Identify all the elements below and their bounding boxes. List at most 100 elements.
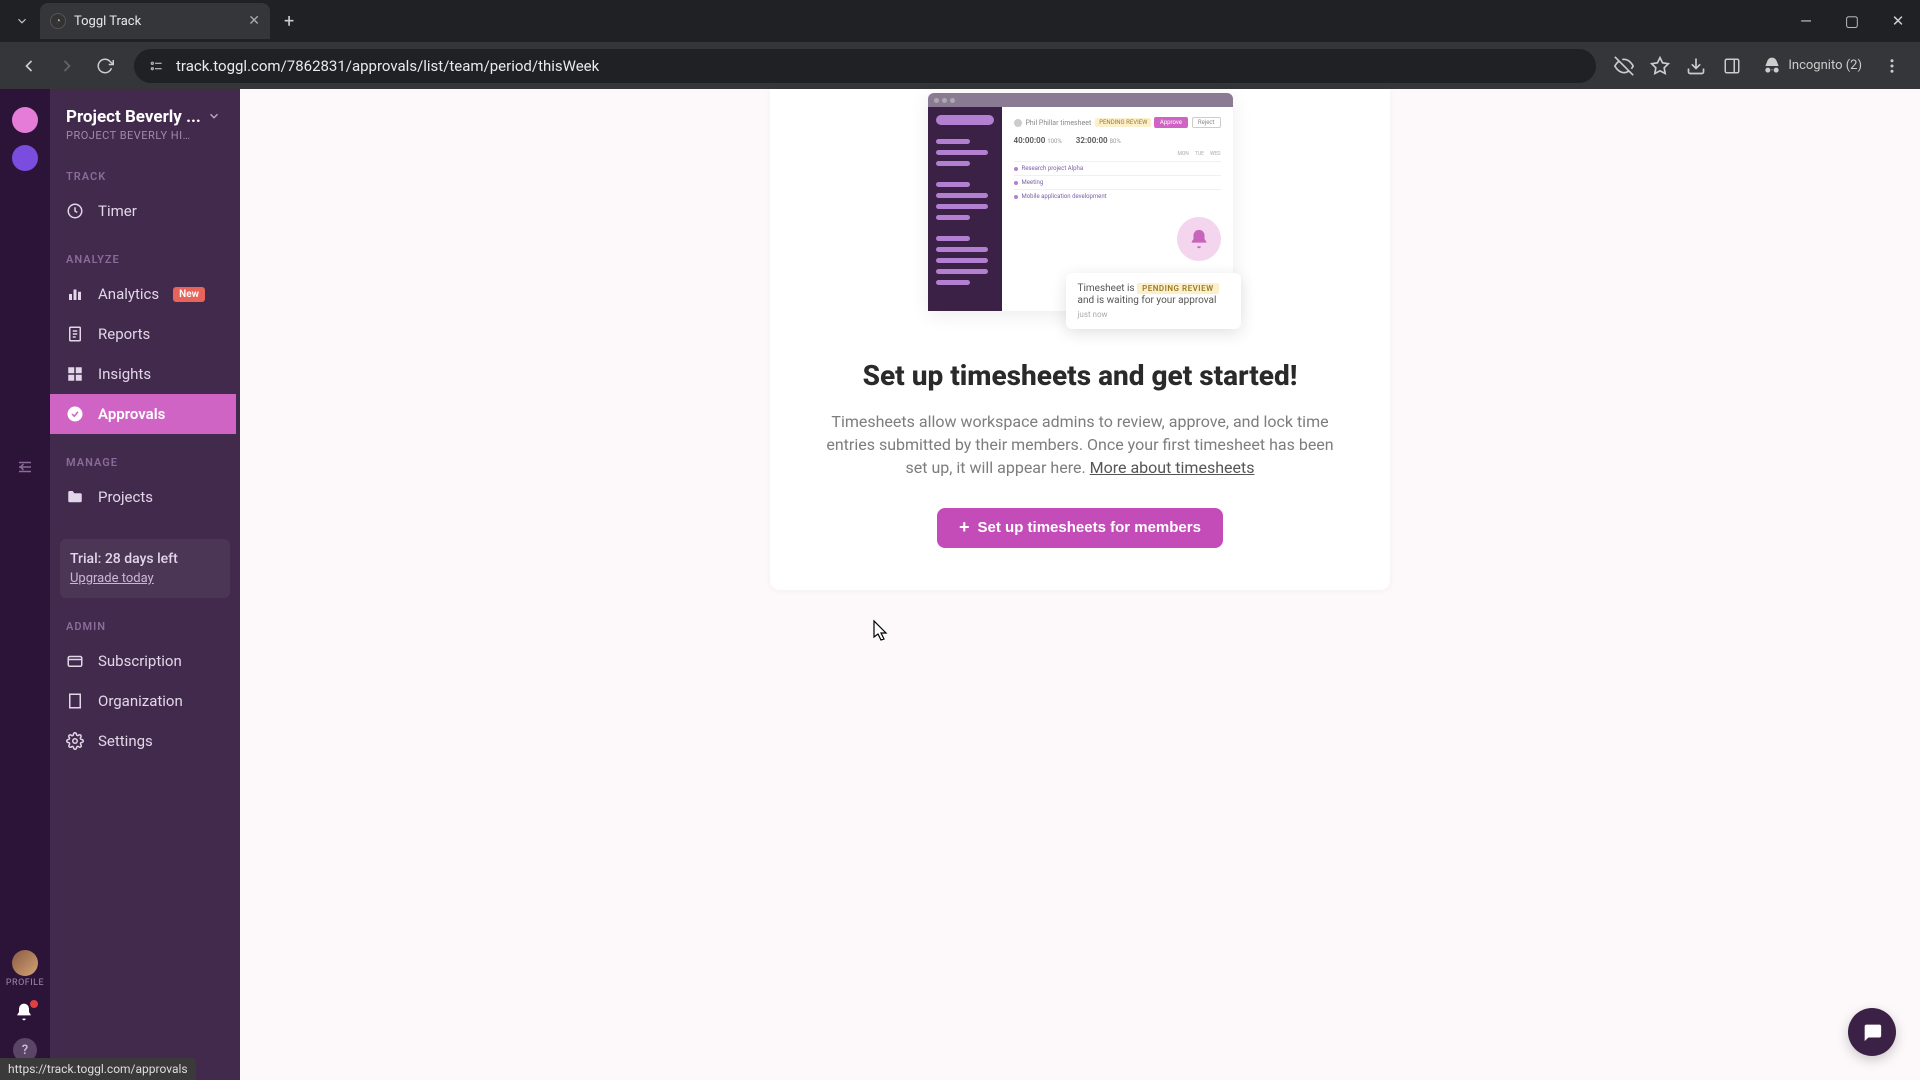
sidebar-nav: Project Beverly ... PROJECT BEVERLY HI… …: [50, 89, 240, 1080]
avatar: [12, 950, 38, 976]
rail-profile-label: PROFILE: [6, 978, 44, 988]
illus-day: WED: [1210, 151, 1221, 157]
illus-stat1-pct: 100%: [1047, 138, 1062, 145]
new-badge: New: [173, 287, 205, 302]
tab-favicon: ◔: [50, 13, 66, 29]
window-maximize[interactable]: ▢: [1838, 7, 1866, 35]
illus-tip-line2: and is waiting for your approval: [1078, 295, 1229, 306]
nav-back-button[interactable]: [12, 49, 46, 83]
gear-icon: [66, 732, 84, 750]
cta-label: Set up timesheets for members: [978, 519, 1201, 536]
illus-row: Research project Alpha: [1022, 165, 1084, 172]
illus-pending-badge: PENDING REVIEW: [1095, 118, 1151, 127]
folder-icon: [66, 488, 84, 506]
sidebar-item-label: Timer: [98, 202, 137, 220]
address-bar-url: track.toggl.com/7862831/approvals/list/t…: [176, 57, 599, 75]
incognito-indicator[interactable]: Incognito (2): [1752, 50, 1872, 82]
nav-reload-button[interactable]: [88, 49, 122, 83]
rail-app-track[interactable]: [12, 107, 38, 133]
app-root: PROFILE ? Project Beverly ... PROJECT BE…: [0, 89, 1920, 1080]
bookmark-star-icon[interactable]: [1644, 50, 1676, 82]
browser-chrome: ◔ Toggl Track ✕ + — ▢ ✕ track.toggl.com/…: [0, 0, 1920, 89]
document-icon: [66, 325, 84, 343]
section-label-admin: ADMIN: [50, 598, 240, 641]
upgrade-link[interactable]: Upgrade today: [70, 571, 154, 586]
sidebar-item-label: Subscription: [98, 652, 182, 670]
rail-profile[interactable]: PROFILE: [6, 950, 44, 988]
more-about-link[interactable]: More about timesheets: [1090, 458, 1255, 477]
sidebar-item-subscription[interactable]: Subscription: [50, 641, 240, 681]
illus-tip-time: just now: [1078, 310, 1229, 319]
sidebar-collapse-button[interactable]: [11, 453, 39, 481]
illus-day: TUE: [1195, 151, 1204, 157]
trial-title: Trial: 28 days left: [70, 551, 220, 567]
building-icon: [66, 692, 84, 710]
sidebar-item-label: Settings: [98, 732, 153, 750]
sidebar-item-label: Reports: [98, 325, 150, 343]
sidebar-item-projects[interactable]: Projects: [50, 477, 240, 517]
tab-title: Toggl Track: [74, 14, 240, 29]
timesheet-illustration: Phil Phillar timesheet PENDING REVIEW Ap…: [928, 93, 1233, 311]
sidebar-item-organization[interactable]: Organization: [50, 681, 240, 721]
workspace-subtitle: PROJECT BEVERLY HI…: [66, 129, 224, 142]
empty-body: Timesheets allow workspace admins to rev…: [820, 410, 1340, 480]
browser-toolbar: track.toggl.com/7862831/approvals/list/t…: [0, 42, 1920, 89]
illus-row: Meeting: [1022, 179, 1044, 186]
sidebar-item-reports[interactable]: Reports: [50, 314, 240, 354]
sidebar-item-timer[interactable]: Timer: [50, 191, 240, 231]
downloads-icon[interactable]: [1680, 50, 1712, 82]
sidebar-item-settings[interactable]: Settings: [50, 721, 240, 761]
side-panel-icon[interactable]: [1716, 50, 1748, 82]
window-controls: — ▢ ✕: [1792, 7, 1912, 35]
tab-close-icon[interactable]: ✕: [248, 13, 260, 29]
illus-stat1: 40:00:00: [1014, 136, 1046, 145]
empty-heading: Set up timesheets and get started!: [810, 359, 1350, 392]
card-icon: [66, 652, 84, 670]
sidebar-item-insights[interactable]: Insights: [50, 354, 240, 394]
chrome-menu-icon[interactable]: [1876, 50, 1908, 82]
sidebar-item-label: Approvals: [98, 405, 165, 423]
setup-timesheets-button[interactable]: + Set up timesheets for members: [937, 508, 1223, 548]
sidebar-item-label: Projects: [98, 488, 153, 506]
illus-approve: Approve: [1154, 117, 1188, 128]
chat-launcher-button[interactable]: [1848, 1008, 1896, 1056]
tab-search-dropdown[interactable]: [10, 9, 34, 33]
nav-forward-button[interactable]: [50, 49, 84, 83]
sidebar-item-approvals[interactable]: Approvals: [50, 394, 236, 434]
section-label-analyze: ANALYZE: [50, 231, 240, 274]
side-rail: PROFILE ?: [0, 89, 50, 1080]
section-label-track: TRACK: [50, 148, 240, 191]
illus-reject: Reject: [1192, 117, 1221, 128]
bar-chart-icon: [66, 285, 84, 303]
window-close[interactable]: ✕: [1884, 7, 1912, 35]
illus-stat2: 32:00:00: [1076, 136, 1108, 145]
illus-tip-badge: PENDING REVIEW: [1137, 283, 1219, 294]
illus-tip-pre: Timesheet is: [1078, 283, 1135, 294]
bell-icon: [1177, 217, 1221, 261]
new-tab-button[interactable]: +: [284, 11, 294, 32]
notifications-button[interactable]: [14, 1002, 36, 1024]
plus-icon: +: [959, 517, 970, 538]
illus-tooltip: Timesheet is PENDING REVIEW and is waiti…: [1066, 273, 1241, 329]
empty-state-card: Phil Phillar timesheet PENDING REVIEW Ap…: [770, 89, 1390, 590]
illus-day: MON: [1177, 151, 1188, 157]
sidebar-item-analytics[interactable]: Analytics New: [50, 274, 240, 314]
illus-header-text: Phil Phillar timesheet: [1026, 119, 1092, 127]
main-content: Phil Phillar timesheet PENDING REVIEW Ap…: [240, 89, 1920, 1080]
rail-app-other[interactable]: [12, 145, 38, 171]
incognito-icon: [1762, 56, 1782, 76]
browser-tab-active[interactable]: ◔ Toggl Track ✕: [40, 3, 270, 39]
empty-body-text: Timesheets allow workspace admins to rev…: [826, 412, 1333, 477]
clock-icon: [66, 202, 84, 220]
section-label-manage: MANAGE: [50, 434, 240, 477]
window-minimize[interactable]: —: [1792, 7, 1820, 35]
address-bar[interactable]: track.toggl.com/7862831/approvals/list/t…: [134, 49, 1596, 83]
trial-banner: Trial: 28 days left Upgrade today: [60, 539, 230, 598]
check-circle-icon: [66, 405, 84, 423]
site-settings-icon[interactable]: [148, 57, 166, 75]
chevron-down-icon: [207, 108, 221, 127]
sidebar-item-label: Analytics: [98, 285, 159, 303]
tab-bar: ◔ Toggl Track ✕ + — ▢ ✕: [0, 0, 1920, 42]
workspace-switcher[interactable]: Project Beverly ... PROJECT BEVERLY HI…: [50, 103, 240, 148]
eye-off-icon[interactable]: [1608, 50, 1640, 82]
